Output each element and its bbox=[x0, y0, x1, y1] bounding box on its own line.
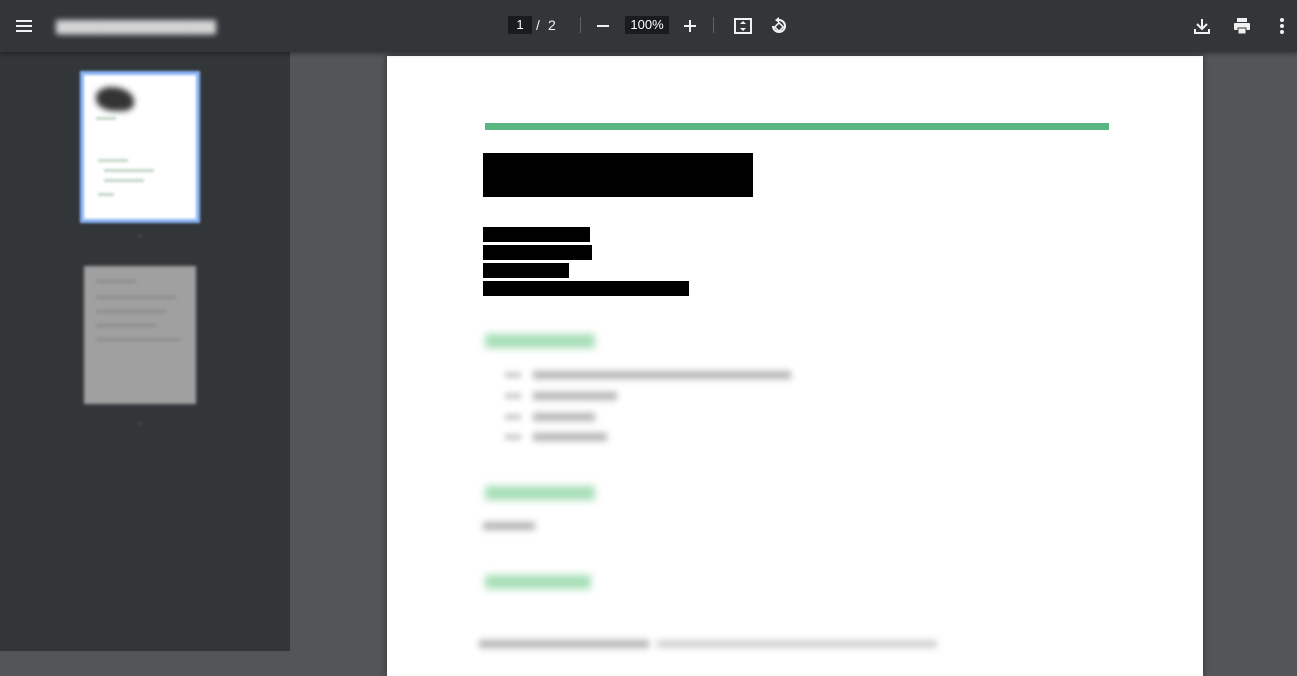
section-heading-blurred bbox=[485, 486, 595, 500]
document-title: ▇▇▇▇▇▇▇▇▇▇▇▇▇▇▇▇▇▇ bbox=[56, 18, 216, 34]
plus-icon bbox=[684, 20, 696, 32]
list-bullet bbox=[505, 414, 521, 420]
thumbnail-label: · bbox=[138, 230, 142, 242]
more-vertical-icon bbox=[1280, 18, 1284, 34]
zoom-in-button[interactable] bbox=[674, 10, 706, 42]
blurred-text bbox=[657, 640, 937, 648]
toolbar-divider bbox=[713, 17, 714, 33]
section-heading-blurred bbox=[485, 575, 591, 589]
download-button[interactable] bbox=[1186, 10, 1218, 42]
blurred-text bbox=[533, 371, 791, 379]
total-pages: 2 bbox=[548, 17, 556, 33]
page-thumbnail-1[interactable] bbox=[84, 75, 196, 219]
page-number-input[interactable] bbox=[508, 16, 532, 34]
redacted-contact-line bbox=[483, 245, 592, 260]
page-separator: / bbox=[536, 17, 540, 33]
redacted-contact-line bbox=[483, 227, 590, 242]
pdf-page bbox=[387, 56, 1203, 676]
page-thumbnail-2[interactable] bbox=[84, 266, 196, 404]
minus-icon bbox=[597, 25, 609, 27]
fit-to-page-button[interactable] bbox=[727, 10, 759, 42]
blurred-text bbox=[479, 640, 649, 648]
thumbnail-label: · bbox=[138, 418, 142, 430]
list-bullet bbox=[505, 393, 521, 399]
blurred-text bbox=[533, 413, 595, 421]
fit-to-page-icon bbox=[734, 18, 752, 34]
zoom-level-input[interactable] bbox=[625, 16, 669, 34]
header-rule bbox=[485, 123, 1109, 130]
menu-button[interactable] bbox=[8, 10, 40, 42]
blurred-text bbox=[533, 392, 617, 400]
redacted-name bbox=[483, 153, 753, 197]
toolbar-divider bbox=[580, 17, 581, 33]
section-heading-blurred bbox=[485, 334, 595, 348]
blurred-text bbox=[533, 433, 607, 441]
pdf-toolbar: ▇▇▇▇▇▇▇▇▇▇▇▇▇▇▇▇▇▇ / 2 bbox=[0, 0, 1297, 52]
list-bullet bbox=[505, 434, 521, 440]
blurred-text bbox=[483, 522, 535, 530]
redacted-contact-line bbox=[483, 281, 689, 296]
rotate-button[interactable] bbox=[763, 10, 795, 42]
redacted-contact-line bbox=[483, 263, 569, 278]
hamburger-menu-icon bbox=[16, 20, 32, 32]
list-bullet bbox=[505, 372, 521, 378]
zoom-out-button[interactable] bbox=[587, 10, 619, 42]
print-button[interactable] bbox=[1226, 10, 1258, 42]
thumbnail-sidebar: · · bbox=[0, 52, 290, 651]
rotate-counterclockwise-icon bbox=[772, 17, 786, 33]
more-actions-button[interactable] bbox=[1266, 10, 1297, 42]
download-icon bbox=[1194, 19, 1210, 34]
print-icon bbox=[1234, 18, 1250, 35]
